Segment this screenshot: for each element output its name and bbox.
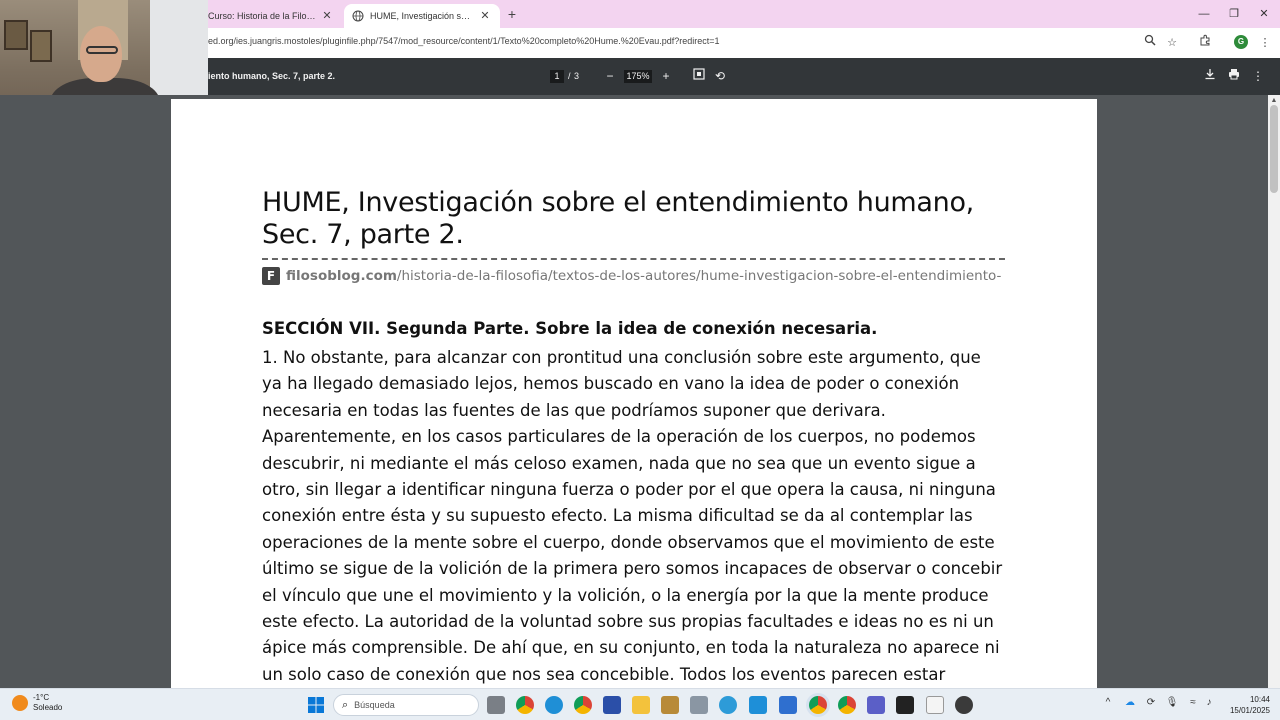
body-line: necesaria en todas las fuentes de las qu… xyxy=(262,400,886,420)
books-icon[interactable] xyxy=(661,696,679,714)
document-title-line: HUME, Investigación sobre el entendimien… xyxy=(262,187,974,218)
body-line: Aparentemente, en los casos particulares… xyxy=(262,427,976,447)
download-icon[interactable] xyxy=(1202,68,1218,84)
taskbar: -1°C Soleado ⌕ Búsqueda ^ ☁ ⟳ 🎙 ≈ ♪ 10:4… xyxy=(0,688,1280,720)
body-line: ápice más comprensible. De ahí que, en s… xyxy=(262,638,1000,658)
clock[interactable]: 10:44 15/01/2025 xyxy=(1222,694,1270,716)
tab-label: HUME, Investigación sobre el e... xyxy=(370,11,474,21)
body-line: operaciones de la mente sobre el cuerpo,… xyxy=(262,532,995,552)
zoom-level-input[interactable]: 175% xyxy=(624,70,652,83)
task-view-icon[interactable] xyxy=(487,696,505,714)
close-window-button[interactable]: ✕ xyxy=(1254,6,1274,22)
body-line: conexión entre ésta y su supuesto efecto… xyxy=(262,506,973,526)
print-icon[interactable] xyxy=(1226,68,1242,84)
extensions-icon[interactable] xyxy=(1196,34,1214,52)
chrome-icon-2[interactable] xyxy=(574,696,592,714)
menu-icon[interactable]: ⋮ xyxy=(1256,34,1274,52)
new-tab-button[interactable]: + xyxy=(504,6,520,22)
body-line: último se sigue de la volición de la pri… xyxy=(262,559,1003,579)
camera-icon[interactable] xyxy=(690,696,708,714)
tab-label: Curso: Historia de la Filosofía | ... xyxy=(208,11,316,21)
pdf-title: iento humano, Sec. 7, parte 2. xyxy=(208,71,336,81)
weather-widget[interactable]: -1°C Soleado xyxy=(12,693,62,713)
terminal-icon[interactable] xyxy=(896,696,914,714)
start-icon[interactable] xyxy=(307,696,325,714)
taskbar-search-input[interactable]: ⌕ Búsqueda xyxy=(333,694,479,716)
time: 10:44 xyxy=(1249,695,1270,704)
pdf-page: HUME, Investigación sobre el entendimien… xyxy=(171,99,1097,688)
onedrive-icon[interactable]: ☁ xyxy=(1122,697,1138,708)
rotate-icon[interactable]: ⟲ xyxy=(712,68,728,84)
webcam-person-head xyxy=(80,26,122,82)
globe-icon[interactable] xyxy=(719,696,737,714)
body-line: el vínculo que une el movimiento y la vo… xyxy=(262,585,989,605)
source-domain: filosoblog.com xyxy=(286,268,397,284)
webcam-background-picture xyxy=(30,30,52,62)
page-number-input[interactable]: 1 xyxy=(550,70,564,83)
scrollbar-thumb[interactable] xyxy=(1270,105,1278,193)
vertical-scrollbar[interactable]: ▲ xyxy=(1268,95,1280,688)
body-line: 1. No obstante, para alcanzar con pronti… xyxy=(262,348,981,367)
chrome-icon[interactable] xyxy=(516,696,534,714)
folder-icon[interactable] xyxy=(779,696,797,714)
body-line: un solo caso de conexión que nos sea con… xyxy=(262,664,946,684)
page-separator: / xyxy=(568,71,571,81)
edge-icon[interactable] xyxy=(545,696,563,714)
document-title-line: Sec. 7, parte 2. xyxy=(262,219,464,250)
tools-icon[interactable] xyxy=(955,696,973,714)
sun-icon xyxy=(12,695,28,711)
globe-icon xyxy=(352,10,364,22)
tab-hume-pdf[interactable]: HUME, Investigación sobre el e... ✕ xyxy=(344,4,500,28)
fit-page-icon[interactable] xyxy=(691,68,707,84)
teams-icon[interactable] xyxy=(867,696,885,714)
pdf-viewport[interactable]: HUME, Investigación sobre el entendimien… xyxy=(0,95,1268,688)
total-pages: 3 xyxy=(574,71,580,81)
wifi-icon[interactable]: ≈ xyxy=(1185,697,1201,708)
microphone-icon[interactable]: 🎙 xyxy=(1164,697,1180,708)
tab-historia-filosofia[interactable]: Curso: Historia de la Filosofía | ... ✕ xyxy=(200,4,342,28)
close-tab-icon[interactable]: ✕ xyxy=(478,9,492,23)
zoom-in-icon[interactable]: + xyxy=(658,68,674,84)
weather-temp: -1°C xyxy=(33,693,50,702)
dashed-divider xyxy=(262,258,1005,260)
restore-button[interactable]: ❐ xyxy=(1224,6,1244,22)
minimize-button[interactable]: — xyxy=(1194,6,1214,22)
moodle-icon[interactable] xyxy=(749,696,767,714)
source-link[interactable]: F filosoblog.com /historia-de-la-filosof… xyxy=(262,266,1001,286)
app-icon[interactable] xyxy=(603,696,621,714)
body-line: otro, sin llegar a identificar ninguna f… xyxy=(262,480,996,500)
section-heading: SECCIÓN VII. Segunda Parte. Sobre la ide… xyxy=(262,319,878,338)
weather-desc: Soleado xyxy=(33,703,63,712)
volume-icon[interactable]: ♪ xyxy=(1201,697,1217,708)
filosoblog-logo-icon: F xyxy=(262,267,280,285)
document-title: HUME, Investigación sobre el entendimien… xyxy=(262,187,1022,251)
more-icon[interactable]: ⋮ xyxy=(1250,68,1266,84)
sync-icon[interactable]: ⟳ xyxy=(1143,697,1159,708)
zoom-out-icon[interactable]: − xyxy=(602,68,618,84)
source-path: /historia-de-la-filosofia/textos-de-los-… xyxy=(396,268,1002,284)
body-line: ya ha llegado demasiado lejos, hemos bus… xyxy=(262,374,960,394)
webcam-background-picture xyxy=(4,20,28,50)
body-line: descubrir, ni mediante el más celoso exa… xyxy=(262,453,976,473)
webcam-glasses xyxy=(86,46,118,54)
chrome-icon-3[interactable] xyxy=(838,696,856,714)
star-icon[interactable]: ☆ xyxy=(1163,34,1181,52)
close-tab-icon[interactable]: ✕ xyxy=(320,9,334,23)
profile-avatar[interactable]: G xyxy=(1234,35,1248,49)
url-field[interactable]: ed.org/ies.juangris.mostoles/pluginfile.… xyxy=(208,36,720,46)
chrome-active-icon[interactable] xyxy=(809,696,827,714)
notepad-icon[interactable] xyxy=(926,696,944,714)
file-explorer-icon[interactable] xyxy=(632,696,650,714)
body-paragraph: 1. No obstante, para alcanzar con pronti… xyxy=(262,345,1022,688)
date: 15/01/2025 xyxy=(1229,706,1270,715)
chevron-up-icon[interactable]: ^ xyxy=(1100,697,1116,708)
search-placeholder: Búsqueda xyxy=(354,700,395,710)
zoom-icon[interactable] xyxy=(1141,34,1159,52)
body-line: este efecto. La autoridad de la voluntad… xyxy=(262,612,994,632)
search-icon: ⌕ xyxy=(342,698,349,711)
